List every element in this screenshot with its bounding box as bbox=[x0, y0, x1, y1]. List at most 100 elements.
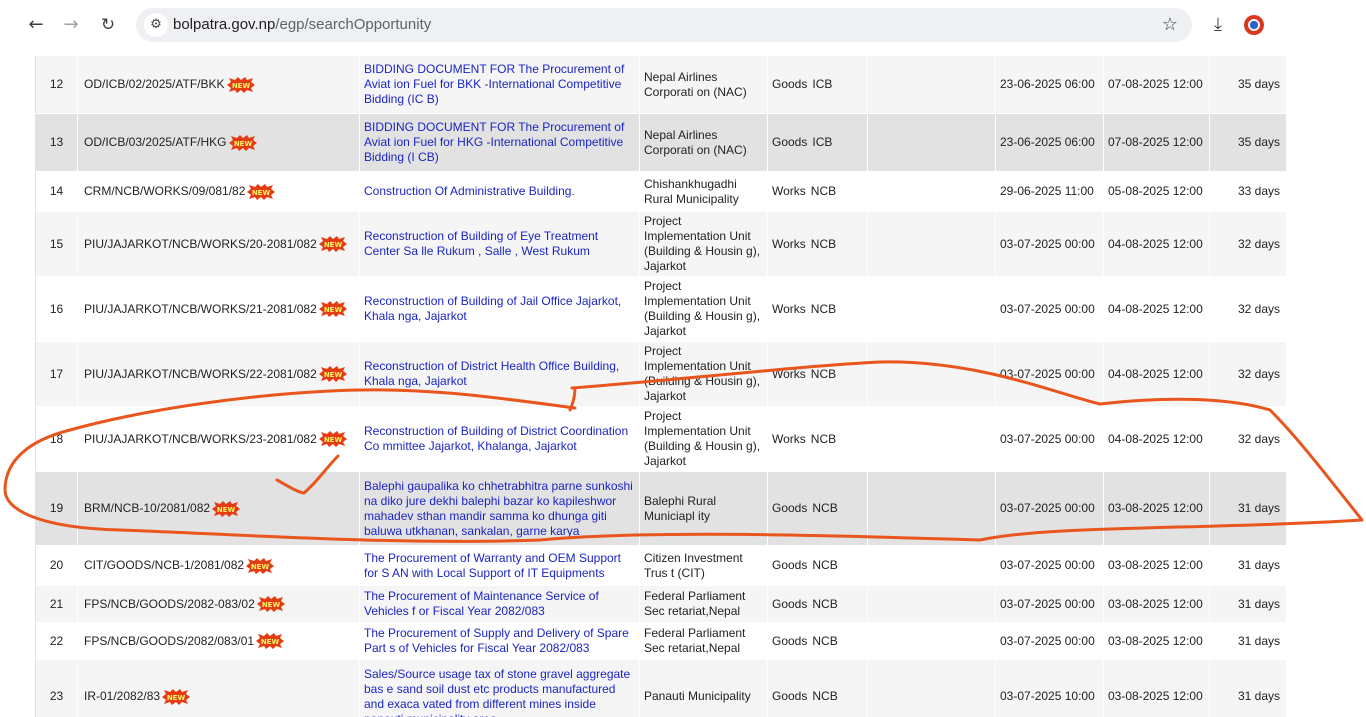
row-deadline-date: 04-08-2025 12:00 bbox=[1103, 406, 1210, 472]
row-procuring-entity-text: Nepal Airlines Corporati on (NAC) bbox=[644, 69, 747, 99]
row-tender-title-link[interactable]: Reconstruction of Building of Jail Offic… bbox=[359, 276, 640, 342]
row-published-date-text: 03-07-2025 00:00 bbox=[1000, 301, 1095, 316]
row-deadline-date: 03-08-2025 12:00 bbox=[1103, 545, 1210, 586]
new-badge-icon: NEW bbox=[318, 236, 347, 253]
row-tender-title-link-text[interactable]: The Procurement of Maintenance Service o… bbox=[364, 589, 599, 618]
row-tender-title-link-text[interactable]: The Procurement of Supply and Delivery o… bbox=[364, 626, 629, 655]
row-deadline-date-text: 03-08-2025 12:00 bbox=[1108, 596, 1203, 611]
row-tender-title-link-text[interactable]: Balephi gaupalika ko chhetrabhitra parne… bbox=[364, 479, 633, 538]
row-procurement-type: Works NCB bbox=[767, 171, 868, 212]
extension-icon[interactable] bbox=[1244, 15, 1264, 35]
opportunity-table-container: 12 OD/ICB/02/2025/ATF/BKK NEW BIDDING DOCUM… bbox=[35, 55, 1287, 717]
download-icon[interactable]: ⤓ bbox=[1207, 13, 1229, 37]
new-badge-label: NEW bbox=[252, 189, 271, 197]
row-published-date: 03-07-2025 00:00 bbox=[995, 471, 1104, 546]
row-tender-title-link-text[interactable]: Sales/Source usage tax of stone gravel a… bbox=[364, 667, 630, 717]
row-procuring-entity: Balephi Rural Municiapl ity bbox=[639, 471, 768, 546]
row-tender-title-link[interactable]: Reconstruction of District Health Office… bbox=[359, 341, 640, 407]
row-days-remaining-text: 32 days bbox=[1237, 301, 1280, 316]
row-tender-title-link[interactable]: Construction Of Administrative Building. bbox=[359, 171, 640, 212]
bookmark-star-icon[interactable]: ☆ bbox=[1162, 14, 1178, 36]
row-tender-title-link[interactable]: Reconstruction of Building of Eye Treatm… bbox=[359, 211, 640, 277]
row-tender-title-link-text[interactable]: BIDDING DOCUMENT FOR The Procurement of … bbox=[364, 120, 624, 164]
row-procurement-type-label: Works bbox=[772, 431, 806, 446]
row-procurement-type-label: Goods bbox=[772, 689, 808, 703]
row-procurement-type-label: Goods bbox=[772, 135, 808, 149]
row-reference-number: CRM/NCB/WORKS/09/081/82 NEW bbox=[77, 171, 360, 212]
row-tender-title-link-text[interactable]: The Procurement of Warranty and OEM Supp… bbox=[364, 551, 621, 580]
row-serial-number: 18 bbox=[35, 406, 78, 472]
row-days-remaining: 33 days bbox=[1209, 171, 1287, 212]
row-empty-cell bbox=[867, 622, 996, 660]
row-published-date: 03-07-2025 00:00 bbox=[995, 585, 1104, 623]
row-days-remaining: 31 days bbox=[1209, 585, 1287, 623]
site-info-icon[interactable]: ⚙ bbox=[144, 13, 168, 37]
row-reference-number: CIT/GOODS/NCB-1/2081/082 NEW bbox=[77, 545, 360, 586]
row-reference-number: OD/ICB/03/2025/ATF/HKG NEW bbox=[77, 113, 360, 172]
new-badge-label: NEW bbox=[167, 694, 186, 702]
row-tender-title-link[interactable]: The Procurement of Warranty and OEM Supp… bbox=[359, 545, 640, 586]
row-published-date: 03-07-2025 00:00 bbox=[995, 545, 1104, 586]
table-row: 19 BRM/NCB-10/2081/082 NEW Balephi gaupalik… bbox=[35, 471, 1287, 546]
row-serial-number-text: 23 bbox=[49, 689, 64, 703]
row-procurement-type-label: Works bbox=[772, 366, 806, 381]
row-reference-number: FPS/NCB/GOODS/2082-083/02 NEW bbox=[77, 585, 360, 623]
row-procurement-method: NCB bbox=[810, 431, 837, 446]
row-procuring-entity-text: Federal Parliament Sec retariat,Nepal bbox=[644, 626, 746, 655]
row-published-date: 03-07-2025 00:00 bbox=[995, 211, 1104, 277]
address-bar[interactable]: ⚙ bolpatra.gov.np/egp/searchOpportunity … bbox=[136, 8, 1192, 42]
row-procurement-type-label: Goods bbox=[772, 558, 808, 572]
row-procuring-entity: Panauti Municipality bbox=[639, 659, 768, 717]
table-row: 16 PIU/JAJARKOT/NCB/WORKS/21-2081/082 NEW R… bbox=[35, 276, 1287, 342]
new-badge-icon: NEW bbox=[318, 301, 347, 318]
browser-toolbar: ← → ↻ ⚙ bolpatra.gov.np/egp/searchOpport… bbox=[0, 0, 1366, 50]
row-tender-title-link[interactable]: Balephi gaupalika ko chhetrabhitra parne… bbox=[359, 471, 640, 546]
row-serial-number-text: 13 bbox=[49, 135, 64, 149]
row-tender-title-link-text[interactable]: Reconstruction of Building of Jail Offic… bbox=[364, 294, 621, 323]
row-procuring-entity: Project Implementation Unit (Building & … bbox=[639, 276, 768, 342]
row-days-remaining-text: 31 days bbox=[1237, 689, 1280, 703]
row-empty-cell bbox=[867, 276, 996, 342]
row-procurement-type: Works NCB bbox=[767, 406, 868, 472]
row-procurement-method: NCB bbox=[812, 633, 838, 648]
new-badge-label: NEW bbox=[324, 371, 343, 379]
row-reference-number-text: PIU/JAJARKOT/NCB/WORKS/23-2081/082 bbox=[84, 431, 317, 446]
row-tender-title-link[interactable]: BIDDING DOCUMENT FOR The Procurement of … bbox=[359, 113, 640, 172]
row-tender-title-link-text[interactable]: Reconstruction of District Health Office… bbox=[364, 359, 619, 388]
back-arrow-icon[interactable]: ← bbox=[24, 13, 48, 37]
row-published-date: 23-06-2025 06:00 bbox=[995, 55, 1104, 114]
forward-arrow-icon[interactable]: → bbox=[59, 13, 83, 37]
row-tender-title-link-text[interactable]: BIDDING DOCUMENT FOR The Procurement of … bbox=[364, 62, 624, 106]
row-tender-title-link[interactable]: Sales/Source usage tax of stone gravel a… bbox=[359, 659, 640, 717]
row-reference-number: PIU/JAJARKOT/NCB/WORKS/21-2081/082 NEW bbox=[77, 276, 360, 342]
row-reference-number-text: PIU/JAJARKOT/NCB/WORKS/20-2081/082 bbox=[84, 236, 317, 251]
new-badge-label: NEW bbox=[324, 436, 343, 444]
row-tender-title-link-text[interactable]: Construction Of Administrative Building. bbox=[364, 184, 575, 198]
row-tender-title-link-text[interactable]: Reconstruction of Building of Eye Treatm… bbox=[364, 229, 598, 258]
row-serial-number: 14 bbox=[35, 171, 78, 212]
row-empty-cell bbox=[867, 55, 996, 114]
row-tender-title-link[interactable]: The Procurement of Maintenance Service o… bbox=[359, 585, 640, 623]
row-reference-number-text: CIT/GOODS/NCB-1/2081/082 bbox=[84, 558, 245, 572]
row-tender-title-link[interactable]: Reconstruction of Building of District C… bbox=[359, 406, 640, 472]
row-serial-number: 12 bbox=[35, 55, 78, 114]
row-published-date-text: 03-07-2025 00:00 bbox=[1000, 366, 1095, 381]
row-tender-title-link[interactable]: BIDDING DOCUMENT FOR The Procurement of … bbox=[359, 55, 640, 114]
row-days-remaining: 35 days bbox=[1209, 113, 1287, 172]
row-procuring-entity-text: Citizen Investment Trus t (CIT) bbox=[644, 550, 743, 580]
row-days-remaining: 31 days bbox=[1209, 622, 1287, 660]
table-row: 22 FPS/NCB/GOODS/2082/083/01 NEW The Procur… bbox=[35, 622, 1287, 660]
url-text[interactable]: bolpatra.gov.np/egp/searchOpportunity bbox=[173, 16, 431, 33]
row-reference-number: OD/ICB/02/2025/ATF/BKK NEW bbox=[77, 55, 360, 114]
url-path: /egp/searchOpportunity bbox=[275, 16, 432, 33]
reload-icon[interactable]: ↻ bbox=[96, 13, 120, 37]
row-published-date-text: 03-07-2025 00:00 bbox=[1000, 633, 1095, 648]
row-procurement-method: NCB bbox=[810, 236, 837, 251]
row-days-remaining: 35 days bbox=[1209, 55, 1287, 114]
row-days-remaining: 32 days bbox=[1209, 211, 1287, 277]
row-tender-title-link[interactable]: The Procurement of Supply and Delivery o… bbox=[359, 622, 640, 660]
row-tender-title-link-text[interactable]: Reconstruction of Building of District C… bbox=[364, 424, 628, 453]
row-published-date: 03-07-2025 00:00 bbox=[995, 341, 1104, 407]
row-serial-number-text: 17 bbox=[49, 366, 64, 381]
row-published-date-text: 03-07-2025 00:00 bbox=[1000, 501, 1095, 515]
